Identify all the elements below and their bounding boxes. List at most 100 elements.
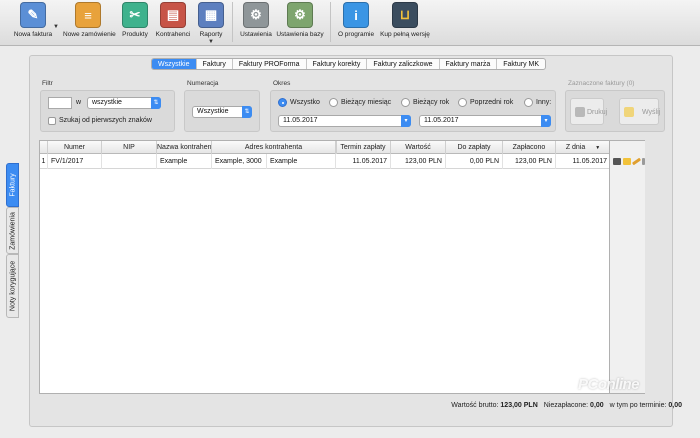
column-header-do-zaplaty[interactable]: Do zapłaty xyxy=(446,141,503,154)
date-from-picker[interactable]: 11.05.2017 ▾ xyxy=(278,115,411,127)
column-header-adres-kontrahenta[interactable]: Adres kontrahenta xyxy=(212,141,336,154)
column-header-lp[interactable] xyxy=(40,141,48,154)
okres-radio-biezacy-miesiac[interactable] xyxy=(329,98,338,107)
filter-field-select[interactable]: wszystkie ⇅ xyxy=(87,97,161,109)
cell-adres: Example, 3000 xyxy=(212,154,267,169)
main-toolbar: ✎ Nowa faktura ▼ ≡ Nowe zamówienie ✂ Pro… xyxy=(0,0,700,46)
buy-full-version-button[interactable]: ⊔ Kup pełną wersję xyxy=(380,2,430,44)
column-header-zaplacono[interactable]: Zapłacono xyxy=(503,141,556,154)
new-order-button[interactable]: ≡ Nowe zamówienie xyxy=(63,2,116,44)
date-to-picker[interactable]: 11.05.2017 ▾ xyxy=(419,115,551,127)
new-invoice-label: Nowa faktura xyxy=(13,31,53,38)
cell-wartosc: 123,00 PLN xyxy=(391,154,446,169)
okres-title: Okres xyxy=(273,80,291,87)
contractors-icon: ▤ xyxy=(160,2,186,28)
reports-dropdown-icon[interactable]: ▼ xyxy=(208,39,214,45)
shopping-basket-icon: ⊔ xyxy=(392,2,418,28)
new-order-label: Nowe zamówienie xyxy=(63,31,116,38)
reports-icon: ▦ xyxy=(198,2,224,28)
side-tab-zamowienia[interactable]: Zamówienia xyxy=(6,207,19,254)
database-settings-button[interactable]: ⚙ Ustawienia bazy xyxy=(276,2,324,44)
database-settings-label: Ustawienia bazy xyxy=(276,31,324,38)
new-invoice-dropdown-icon[interactable]: ▼ xyxy=(53,24,59,30)
okres-radio-poprzedni-rok[interactable] xyxy=(458,98,467,107)
numeracja-select-value: Wszystkie xyxy=(197,108,229,115)
settings-label: Ustawienia xyxy=(240,31,272,38)
numeracja-select[interactable]: Wszystkie ⇅ xyxy=(192,106,252,118)
date-to-value: 11.05.2017 xyxy=(424,117,459,124)
watermark-logo: PConline xyxy=(578,376,640,393)
okres-radio-inny[interactable] xyxy=(524,98,533,107)
table-row[interactable]: 1 FV/1/2017 Example Example, 3000 Exampl… xyxy=(40,154,611,169)
select-arrows-icon: ⇅ xyxy=(242,106,252,118)
envelope-icon[interactable] xyxy=(623,158,631,165)
sort-descending-icon: ▼ xyxy=(595,145,601,151)
tab-faktury-zaliczkowe[interactable]: Faktury zaliczkowe xyxy=(366,59,438,69)
okres-radio-inny-label: Inny: xyxy=(536,99,552,106)
okres-radio-poprzedni-rok-label: Poprzedni rok xyxy=(470,99,514,106)
tab-faktury-mk[interactable]: Faktury MK xyxy=(496,59,545,69)
about-button[interactable]: i O programie xyxy=(338,2,374,44)
column-header-numer[interactable]: Numer xyxy=(48,141,102,154)
contractors-button[interactable]: ▤ Kontrahenci xyxy=(156,2,190,44)
printer-icon[interactable] xyxy=(613,158,621,165)
send-button-label: Wyślij xyxy=(642,109,661,116)
side-tab-faktury[interactable]: Faktury xyxy=(6,163,19,207)
po-terminie-value: 0,00 xyxy=(668,402,682,409)
products-button[interactable]: ✂ Produkty xyxy=(120,2,150,44)
date-from-value: 11.05.2017 xyxy=(283,117,318,124)
okres-radio-biezacy-rok-label: Bieżący rok xyxy=(413,99,450,106)
prefix-search-label: Szukaj od pierwszych znaków xyxy=(59,117,152,124)
settings-button[interactable]: ⚙ Ustawienia xyxy=(240,2,272,44)
column-header-termin-zaplaty[interactable]: Termin zapłaty xyxy=(336,141,391,154)
tab-faktury-marza[interactable]: Faktury marża xyxy=(438,59,497,69)
okres-radio-biezacy-miesiac-label: Bieżący miesiąc xyxy=(341,99,392,106)
reports-button[interactable]: ▦ Raporty xyxy=(196,2,226,44)
okres-radio-biezacy-rok[interactable] xyxy=(401,98,410,107)
okres-radio-wszystko-label: Wszystko xyxy=(290,99,320,106)
invoice-type-tabs: Wszystkie Faktury Faktury PROForma Faktu… xyxy=(151,58,547,70)
po-terminie-label: w tym po terminie: xyxy=(609,402,667,409)
new-order-icon: ≡ xyxy=(75,2,101,28)
filter-search-input[interactable] xyxy=(48,97,72,109)
print-button[interactable]: Drukuj xyxy=(570,98,607,125)
niezaplacone-label: Niezapłacone: xyxy=(543,402,589,409)
side-tab-faktury-label: Faktury xyxy=(9,173,16,197)
trash-icon[interactable] xyxy=(642,158,645,165)
cell-z-dnia: 11.05.2017 xyxy=(556,154,611,169)
prefix-search-checkbox[interactable] xyxy=(48,117,56,125)
column-header-wartosc[interactable]: Wartość xyxy=(391,141,446,154)
column-header-nip[interactable]: NIP xyxy=(102,141,157,154)
send-button[interactable]: Wyślij xyxy=(619,98,661,125)
tab-faktury-proforma[interactable]: Faktury PROForma xyxy=(231,59,306,69)
cell-termin: 11.05.2017 xyxy=(336,154,391,169)
chevron-down-icon: ▾ xyxy=(541,115,551,127)
invoices-table: Numer NIP Nazwa kontrahenta Adres kontra… xyxy=(39,140,611,394)
reports-label: Raporty xyxy=(199,31,223,38)
table-header: Numer NIP Nazwa kontrahenta Adres kontra… xyxy=(40,141,611,154)
edit-pencil-icon[interactable] xyxy=(631,157,642,166)
tab-wszystkie[interactable]: Wszystkie xyxy=(152,59,196,69)
column-header-nazwa-kontrahenta[interactable]: Nazwa kontrahenta xyxy=(157,141,212,154)
cell-adres-2: Example xyxy=(267,154,336,169)
new-invoice-button[interactable]: ✎ Nowa faktura xyxy=(14,2,52,44)
column-header-z-dnia[interactable]: Z dnia ▼ xyxy=(556,141,611,154)
envelope-icon xyxy=(624,107,634,117)
numeracja-title: Numeracja xyxy=(187,80,219,87)
tab-faktury-korekty[interactable]: Faktury korekty xyxy=(305,59,367,69)
new-invoice-icon: ✎ xyxy=(20,2,46,28)
settings-gear-icon: ⚙ xyxy=(243,2,269,28)
summary-footer: Wartość brutto: 123,00 PLN Niezapłacone:… xyxy=(451,402,686,409)
cell-nip xyxy=(102,154,157,169)
cell-do-zaplaty: 0,00 PLN xyxy=(446,154,503,169)
filter-in-label: w xyxy=(76,99,82,106)
brutto-value: 123,00 PLN xyxy=(500,402,538,409)
cell-lp: 1 xyxy=(40,154,48,169)
side-tab-noty-korygujace[interactable]: Noty korygujące xyxy=(6,254,19,318)
side-tab-noty-korygujace-label: Noty korygujące xyxy=(9,260,16,312)
info-icon: i xyxy=(343,2,369,28)
tab-faktury[interactable]: Faktury xyxy=(195,59,232,69)
buy-full-version-label: Kup pełną wersję xyxy=(380,31,430,38)
chevron-down-icon: ▾ xyxy=(401,115,411,127)
okres-radio-wszystko[interactable] xyxy=(278,98,287,107)
